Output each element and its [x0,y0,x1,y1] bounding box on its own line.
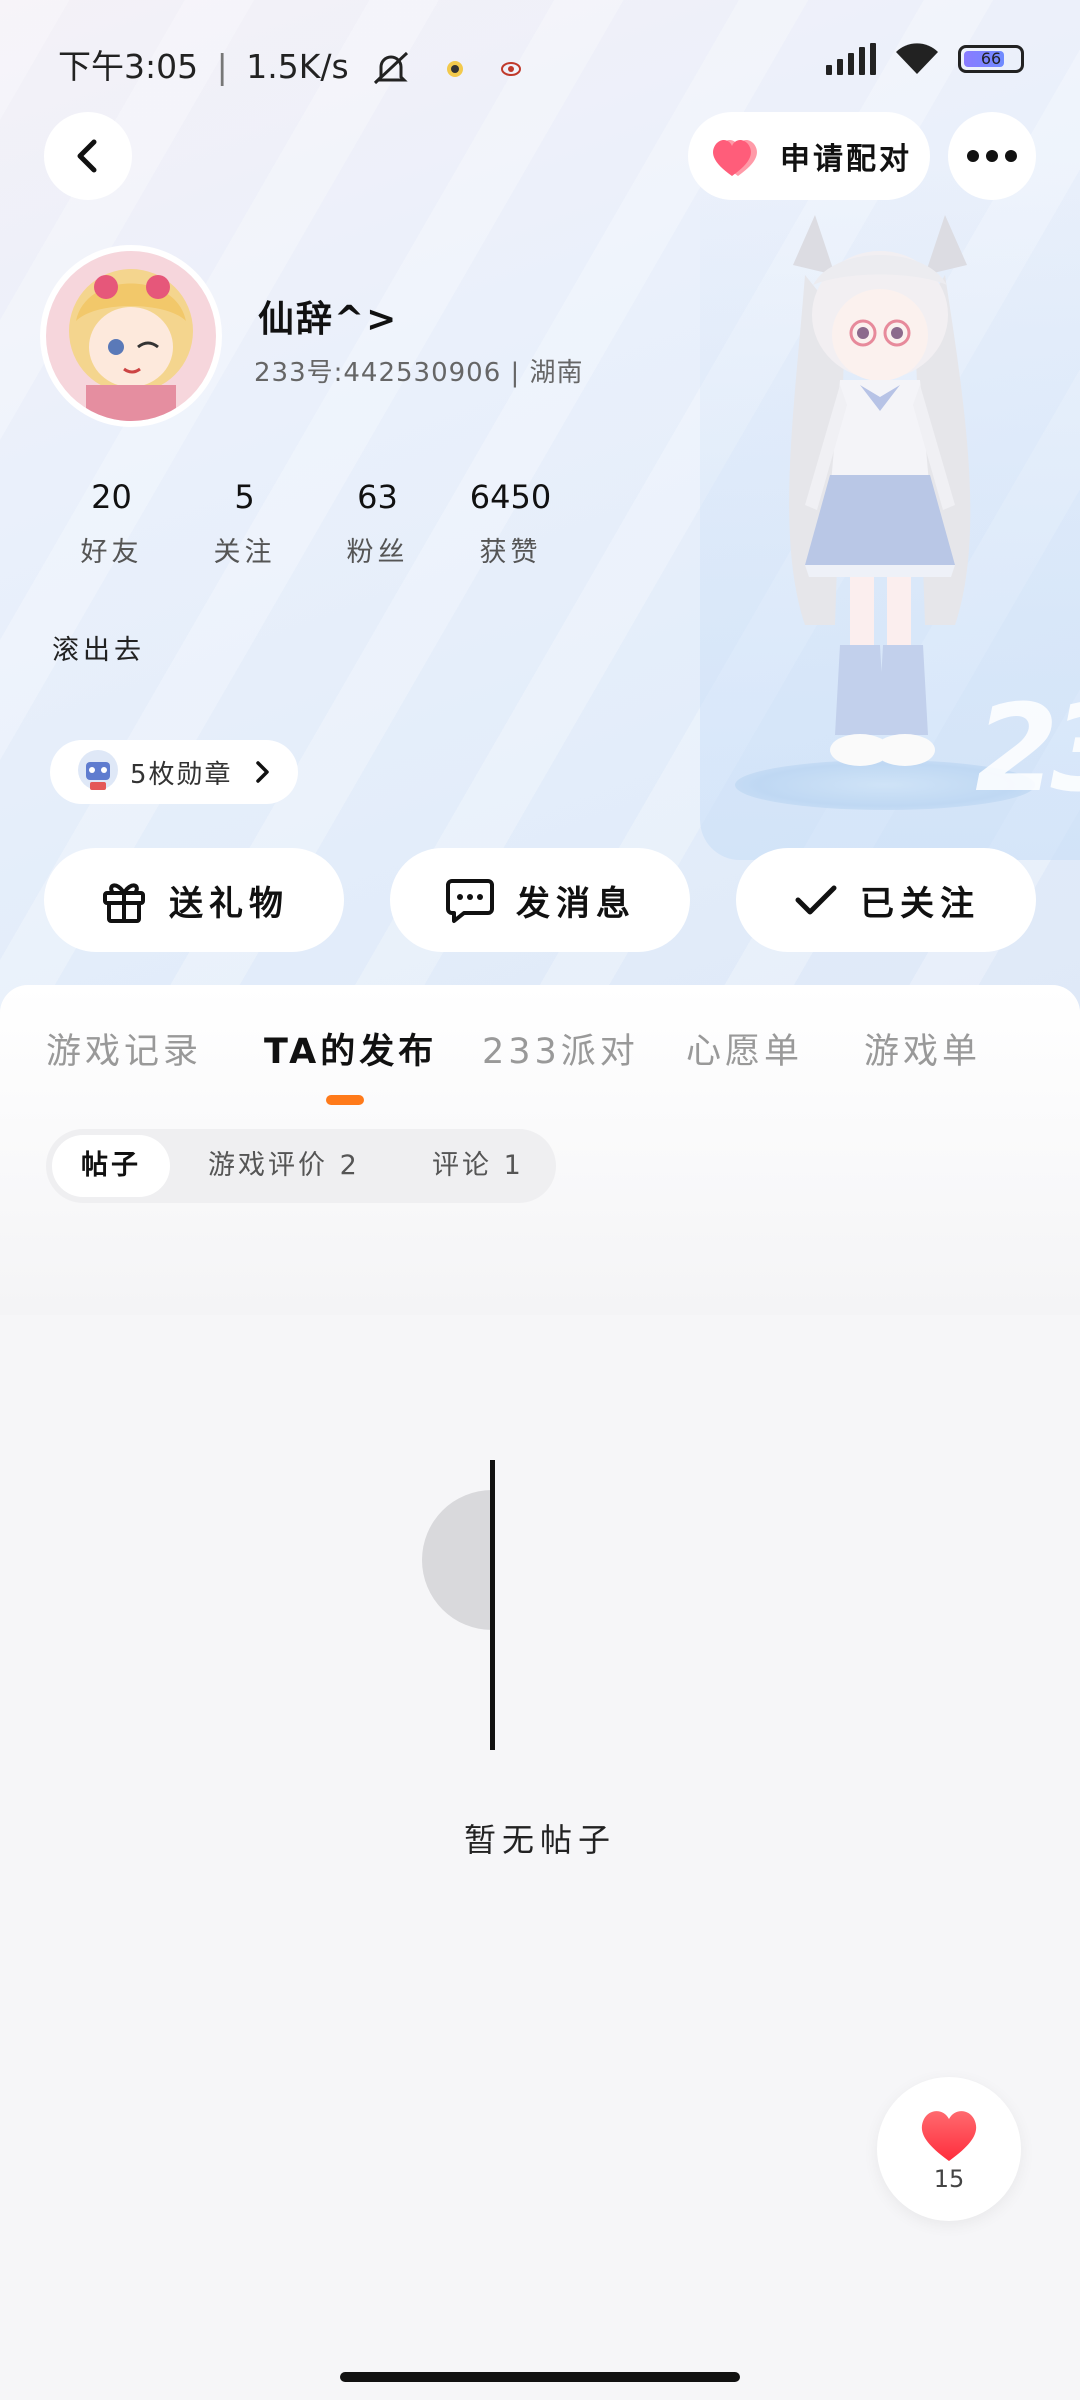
signal-icon [826,43,876,75]
tab-233-party[interactable]: 233派对 [482,1023,639,1074]
home-indicator[interactable] [340,2372,740,2382]
stat-label: 粉丝 [346,537,409,568]
stat-label: 关注 [213,537,276,568]
stat-following[interactable]: 5 关注 [173,478,316,569]
send-message-button[interactable]: 发消息 [390,848,690,952]
stat-label: 好友 [80,537,143,568]
following-label: 已关注 [860,883,980,924]
notification-icon [446,60,463,77]
send-gift-label: 送礼物 [169,883,289,924]
avatar-character-3d[interactable] [735,205,1035,785]
status-clock: 下午3:05 [58,47,199,86]
stat-value: 5 [234,478,255,516]
badge-icon [78,750,118,790]
status-divider: | [216,47,228,86]
heart-icon [921,2111,977,2161]
apply-pair-label: 申请配对 [780,142,912,177]
chevron-left-icon [77,139,97,173]
profile-tabs: 游戏记录 TA的发布 233派对 心愿单 游戏单 [0,1023,1080,1083]
status-bar: 下午3:05 | 1.5K/s 66 [0,0,1080,120]
profile-stats: 20 好友 5 关注 63 粉丝 6450 获赞 [40,478,582,569]
eye-care-icon [501,61,522,76]
stat-value: 63 [357,478,398,516]
tab-game-list[interactable]: 游戏单 [864,1023,981,1074]
send-message-label: 发消息 [516,883,636,924]
wifi-icon [896,43,938,74]
active-tab-indicator [326,1095,364,1105]
battery-level: 66 [980,49,1002,68]
like-count: 15 [933,2165,965,2193]
checkmark-icon [795,885,837,915]
status-time: 下午3:05 | 1.5K/s [58,40,524,89]
stat-value: 6450 [469,478,552,516]
mute-bell-icon [374,51,409,84]
post-type-segmented-control: 帖子 游戏评价 2 评论 1 [46,1129,556,1203]
more-dots-icon [967,150,1017,162]
stat-label: 获赞 [479,537,542,568]
subtab-game-reviews[interactable]: 游戏评价 2 [208,1129,360,1203]
send-gift-button[interactable]: 送礼物 [44,848,344,952]
more-options-button[interactable] [948,112,1036,200]
tab-wishlist[interactable]: 心愿单 [686,1023,803,1074]
status-right: 66 [826,42,1024,76]
profile-bio: 滚出去 [52,635,145,666]
stat-friends[interactable]: 20 好友 [40,478,183,569]
profile-id-location: 233号:442530906 | 湖南 [254,358,584,388]
subtab-posts[interactable]: 帖子 [52,1135,170,1197]
stat-likes[interactable]: 6450 获赞 [439,478,582,569]
stat-fans[interactable]: 63 粉丝 [306,478,449,569]
avatar[interactable] [40,245,222,427]
status-network-speed: 1.5K/s [246,47,349,86]
avatar-image [46,251,216,421]
back-button[interactable] [44,112,132,200]
stat-value: 20 [91,478,132,516]
subtab-comments[interactable]: 评论 1 [432,1129,524,1203]
badges-button[interactable]: 5枚勋章 [50,740,298,804]
chat-bubble-icon [446,879,494,923]
battery-icon: 66 [958,45,1024,73]
badges-label: 5枚勋章 [130,759,233,790]
profile-name: 仙辞^> [258,299,399,340]
tab-game-records[interactable]: 游戏记录 [46,1023,202,1074]
empty-state-illustration [420,1460,550,1760]
hearts-icon [713,139,757,176]
chevron-right-icon [255,761,269,783]
like-button[interactable]: 15 [877,2077,1021,2221]
apply-pair-button[interactable]: 申请配对 [688,112,930,200]
following-button[interactable]: 已关注 [736,848,1036,952]
gift-icon [103,883,145,923]
empty-state-text: 暂无帖子 [463,1821,616,1859]
tab-ta-posts[interactable]: TA的发布 [264,1023,437,1074]
